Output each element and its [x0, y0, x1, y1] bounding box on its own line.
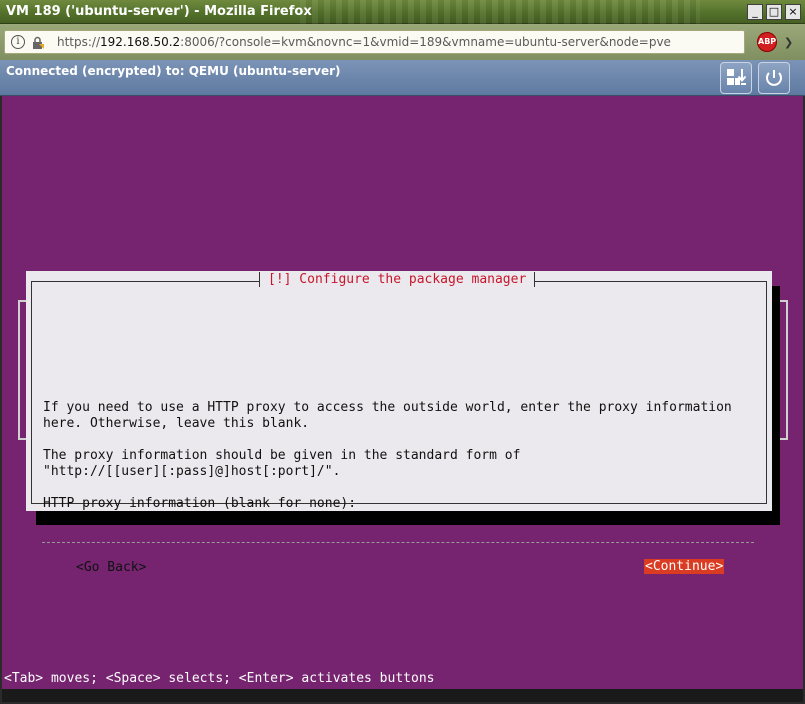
url-rest: :8006/?console=kvm&novnc=1&vmid=189&vmna… [180, 35, 671, 49]
vm-console[interactable]: [!] Configure the package manager If you… [2, 96, 803, 702]
proxy-format-line-2: "http://[[user][:pass]@]host[:port]/". [43, 464, 341, 479]
proxy-intro-line-1: If you need to use a HTTP proxy to acces… [43, 400, 732, 415]
dialog-title: [!] Configure the package manager [259, 272, 536, 287]
site-info-icon[interactable]: i [11, 35, 25, 49]
power-icon [766, 70, 782, 86]
vnc-status-bar: Connected (encrypted) to: QEMU (ubuntu-s… [0, 60, 805, 96]
keyboard-help: <Tab> moves; <Space> selects; <Enter> ac… [4, 671, 435, 686]
proxy-intro-line-2: here. Otherwise, leave this blank. [43, 416, 310, 431]
input-underline [42, 542, 754, 543]
continue-button[interactable]: <Continue> [644, 559, 725, 574]
adblock-plus-icon[interactable]: ABP [757, 32, 777, 52]
power-button[interactable] [758, 62, 790, 94]
browser-toolbar: i https://192.168.50.2:8006/?console=kvm… [0, 24, 805, 60]
package-manager-dialog: [!] Configure the package manager If you… [26, 271, 772, 575]
overflow-chevron-icon[interactable]: ❯ [784, 36, 793, 49]
keyboard-menu-icon [727, 69, 747, 85]
proxy-format-line-1: The proxy information should be given in… [43, 448, 521, 463]
url-host: 192.168.50.2 [100, 35, 181, 49]
send-keys-button[interactable] [720, 62, 752, 94]
go-back-button[interactable]: <Go Back> [76, 560, 146, 575]
url-prefix: https:// [57, 35, 101, 49]
url-text[interactable]: https://192.168.50.2:8006/?console=kvm&n… [57, 35, 671, 49]
url-bar[interactable]: i https://192.168.50.2:8006/?console=kvm… [4, 30, 745, 54]
proxy-field-label: HTTP proxy information (blank for none): [43, 496, 357, 511]
window-titlebar: VM 189 ('ubuntu-server') - Mozilla Firef… [0, 0, 805, 24]
connection-status: Connected (encrypted) to: QEMU (ubuntu-s… [6, 64, 341, 78]
titlebar-decoration [300, 0, 700, 24]
proxy-input[interactable] [42, 527, 754, 541]
minimize-button[interactable]: _ [747, 4, 763, 20]
window-title: VM 189 ('ubuntu-server') - Mozilla Firef… [6, 4, 312, 19]
close-button[interactable]: × [785, 4, 801, 20]
maximize-button[interactable]: □ [766, 4, 782, 20]
console-bottom-strip [2, 689, 803, 702]
dialog-shadow-bottom [36, 511, 780, 525]
insecure-lock-icon[interactable] [31, 35, 45, 49]
